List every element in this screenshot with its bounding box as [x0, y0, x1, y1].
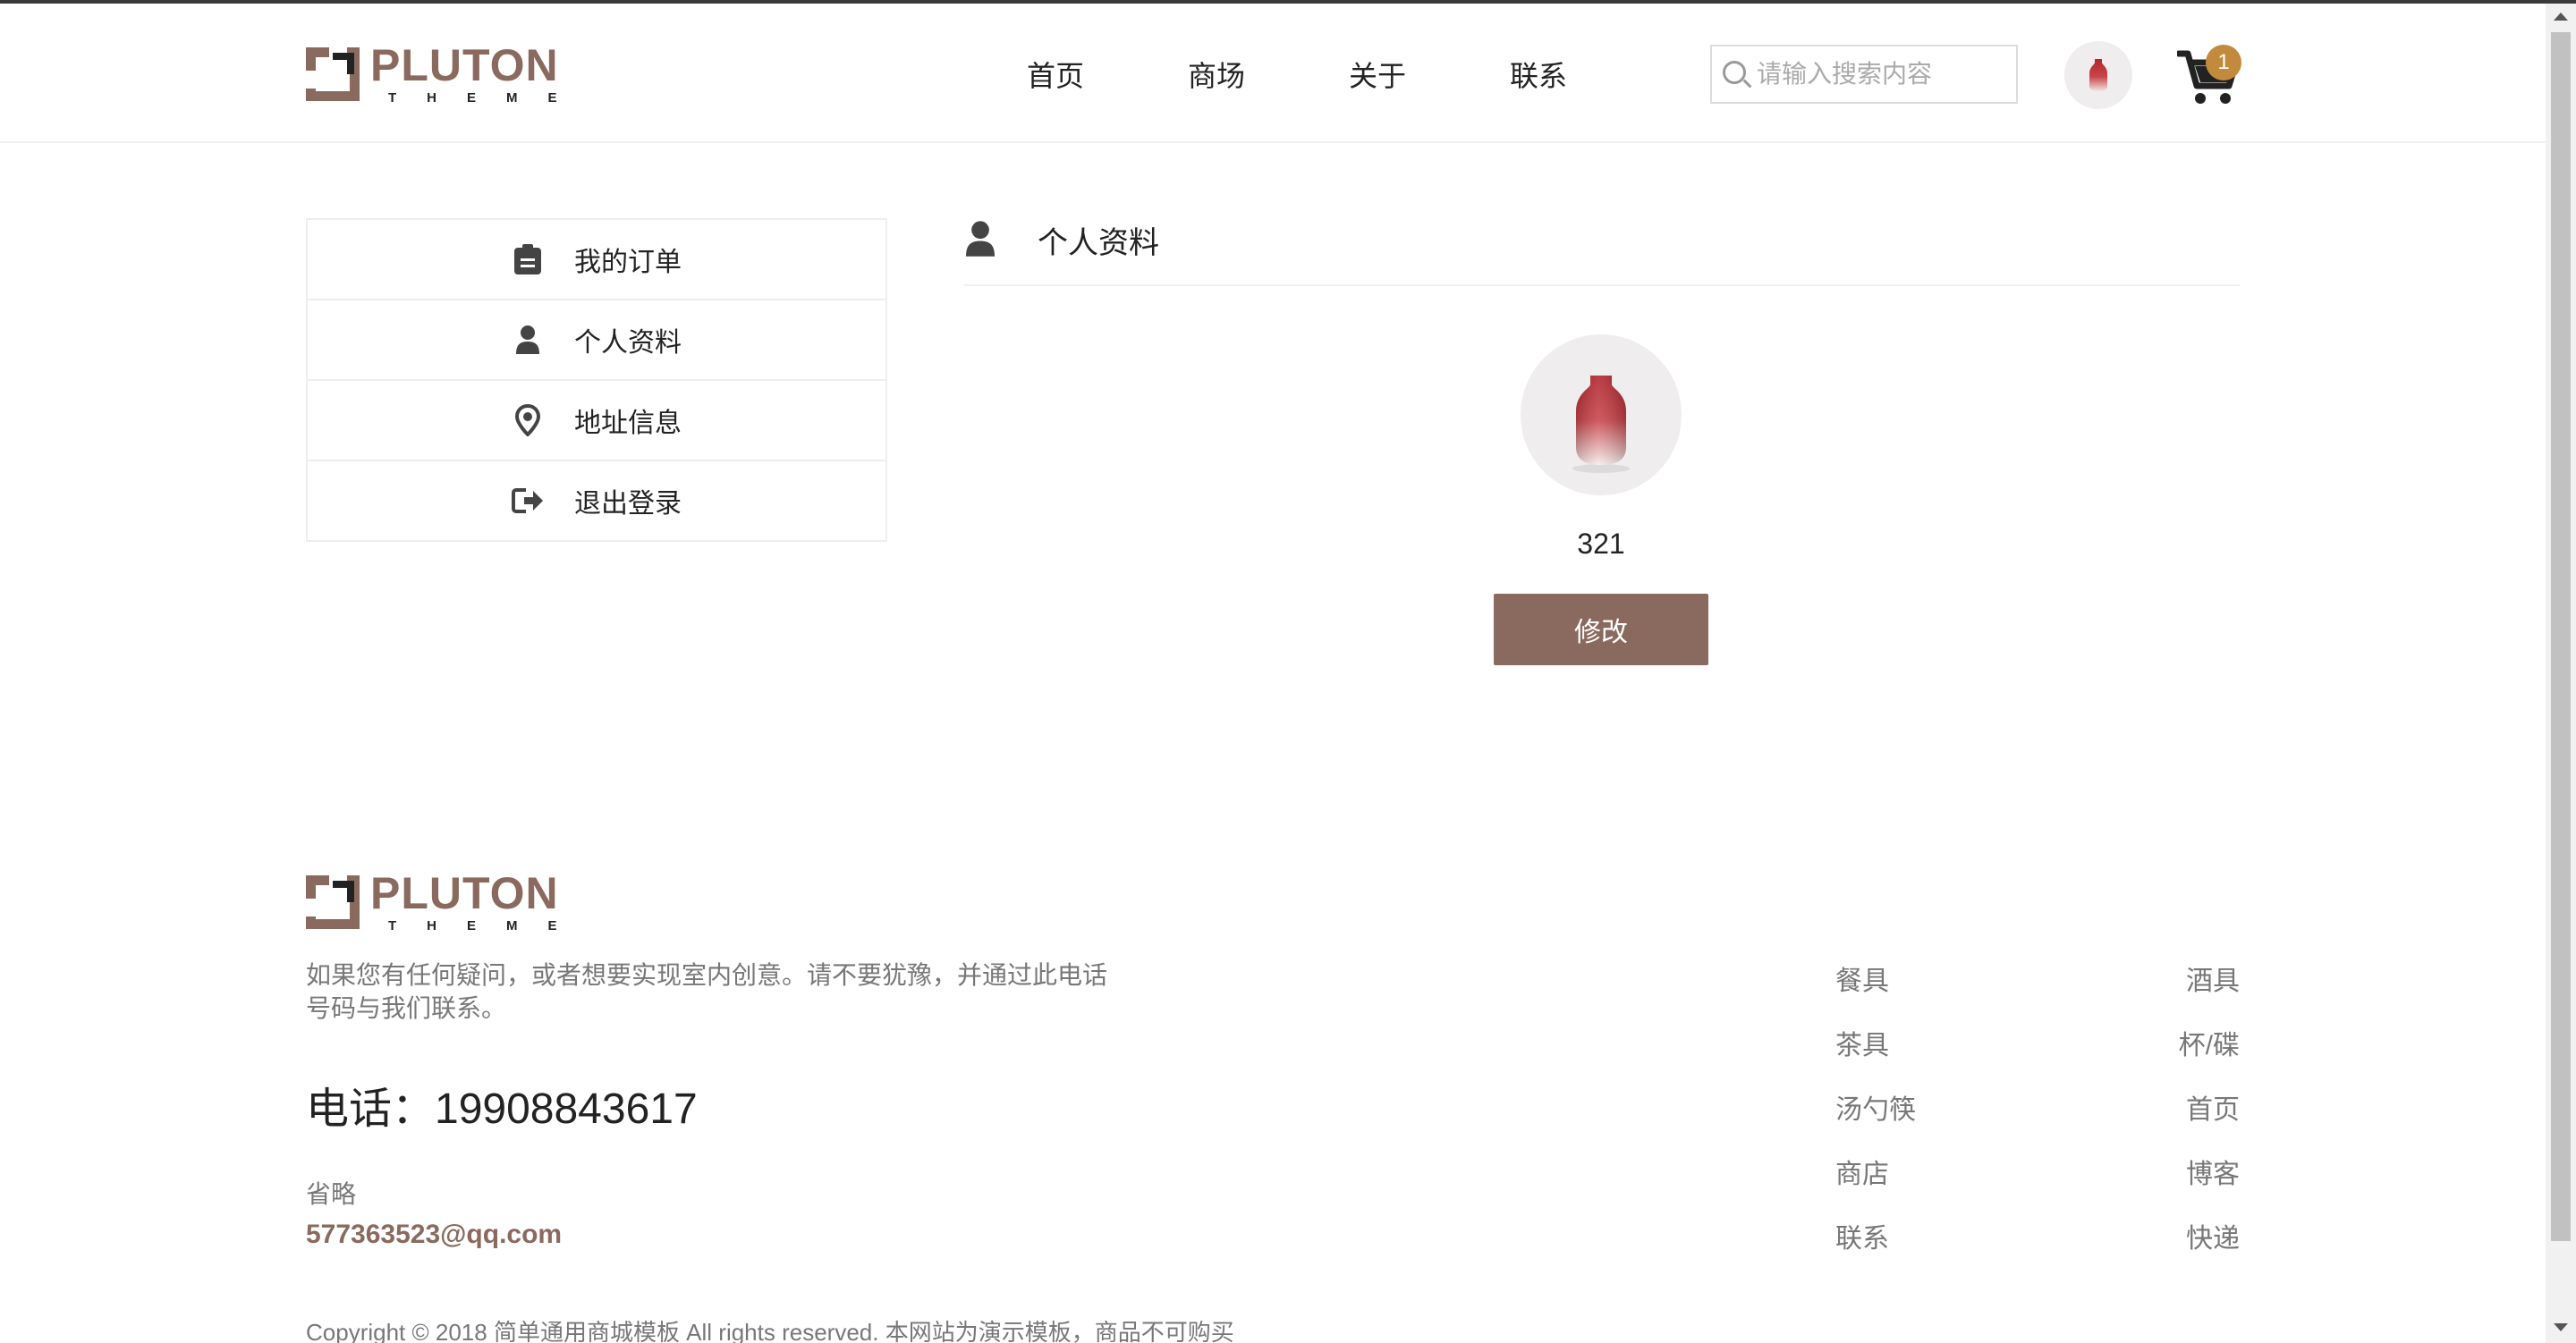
map-pin-icon [512, 404, 544, 436]
search-icon[interactable] [1721, 59, 1752, 89]
footer-link-shop[interactable]: 商店 [1835, 1152, 1889, 1216]
footer-description: 如果您有任何疑问，或者想要实现室内创意。请不要犹豫，并通过此电话号码与我们联系。 [306, 961, 1108, 1022]
sidebar-item-address[interactable]: 地址信息 [306, 379, 887, 461]
sidebar-item-profile[interactable]: 个人资料 [306, 299, 887, 381]
footer-omit-text: 省略 [306, 1180, 357, 1208]
footer-link-wineware[interactable]: 酒具 [2186, 959, 2240, 1023]
footer-link-spoons[interactable]: 汤勺筷 [1835, 1087, 1916, 1152]
logo-subtitle: THEME [388, 918, 588, 933]
footer-link-cups[interactable]: 杯/碟 [2179, 1023, 2240, 1087]
footer-link-teaware[interactable]: 茶具 [1835, 1023, 1889, 1087]
page-scrollbar[interactable] [2546, 4, 2576, 1343]
edit-profile-button[interactable]: 修改 [1494, 594, 1708, 665]
cart-count-badge: 1 [2206, 45, 2241, 80]
page-title: 个人资料 [1038, 226, 1159, 260]
user-icon [512, 324, 544, 356]
sidebar-item-label: 地址信息 [574, 409, 682, 438]
copyright: Copyright © 2018 简单通用商城模板 All rights res… [306, 1319, 1234, 1343]
sidebar-item-logout[interactable]: 退出登录 [306, 460, 887, 542]
scroll-down-icon[interactable] [2554, 1323, 2568, 1331]
sidebar-item-label: 退出登录 [574, 489, 682, 519]
scrollbar-thumb[interactable] [2551, 32, 2571, 1241]
sidebar-item-label: 我的订单 [574, 248, 682, 277]
footer-link-home[interactable]: 首页 [2186, 1087, 2240, 1152]
main-nav: 首页 商场 关于 联系 [975, 54, 1619, 95]
profile-avatar[interactable] [1521, 334, 1682, 495]
search-input[interactable] [1757, 60, 2007, 89]
footer-link-tableware[interactable]: 餐具 [1835, 959, 1889, 1023]
site-logo[interactable]: PLUTON THEME [304, 40, 588, 106]
account-sidebar: 我的订单 个人资料 地址信息 退出登录 [306, 218, 887, 542]
profile-heading: 个人资料 [966, 218, 1159, 262]
divider [964, 284, 2240, 286]
logo-subtitle: THEME [388, 90, 588, 106]
nav-contact[interactable]: 联系 [1458, 54, 1619, 95]
nav-home[interactable]: 首页 [975, 54, 1136, 95]
sidebar-item-orders[interactable]: 我的订单 [306, 218, 887, 300]
footer-logo[interactable]: PLUTON THEME [304, 868, 588, 933]
footer-link-row: 商店 博客 [1835, 1152, 2240, 1216]
vase-image [1572, 376, 1630, 473]
footer-link-delivery[interactable]: 快递 [2186, 1216, 2240, 1280]
footer-link-row: 餐具 酒具 [1835, 959, 2240, 1023]
footer-phone: 电话：19908843617 [306, 1085, 698, 1133]
clipboard-icon [512, 243, 544, 275]
footer-links: 餐具 酒具 茶具 杯/碟 汤勺筷 首页 商店 博客 联系 快递 [1835, 959, 2240, 1280]
search-box [1710, 45, 2018, 104]
scroll-up-icon[interactable] [2554, 13, 2568, 21]
logo-word: PLUTON [370, 868, 559, 918]
footer-email-link[interactable]: 577363523@qq.com [306, 1220, 562, 1250]
logo-mark-icon [304, 873, 360, 929]
logout-icon [512, 485, 544, 517]
footer-link-row: 茶具 杯/碟 [1835, 1023, 2240, 1087]
nav-mall[interactable]: 商场 [1136, 54, 1297, 95]
site-header: PLUTON THEME 首页 商场 关于 联系 1 [0, 4, 2546, 143]
footer-link-row: 汤勺筷 首页 [1835, 1087, 2240, 1152]
user-icon [966, 220, 1002, 260]
username: 321 [1577, 528, 1625, 560]
vase-image [2089, 59, 2107, 91]
logo-word: PLUTON [370, 40, 559, 90]
footer-link-blog[interactable]: 博客 [2186, 1152, 2240, 1216]
nav-about[interactable]: 关于 [1297, 54, 1458, 95]
footer-link-row: 联系 快递 [1835, 1216, 2240, 1280]
footer-link-contact[interactable]: 联系 [1835, 1216, 1889, 1280]
sidebar-item-label: 个人资料 [574, 328, 682, 358]
user-avatar[interactable] [2064, 41, 2132, 109]
logo-mark-icon [304, 45, 360, 101]
